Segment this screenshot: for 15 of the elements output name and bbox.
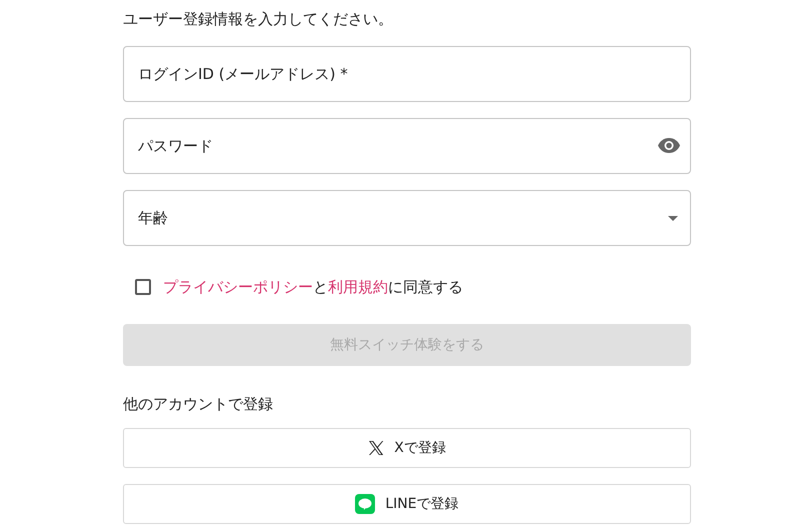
x-logo-icon bbox=[368, 440, 384, 456]
terms-link[interactable]: プライバシーポリシー bbox=[163, 278, 313, 296]
terms-link[interactable]: 利用規約 bbox=[328, 278, 388, 296]
input-field[interactable]: ログインID (メールアドレス) * bbox=[123, 46, 691, 102]
social-login-button[interactable]: Xで登録 bbox=[123, 428, 691, 468]
social-login-button[interactable]: LINEで登録 bbox=[123, 484, 691, 524]
agree-checkbox[interactable] bbox=[135, 279, 151, 295]
password-field[interactable]: パスワード bbox=[123, 118, 691, 174]
dropdown-caret-icon bbox=[668, 216, 678, 220]
chat-bubble-icon bbox=[355, 494, 376, 514]
agreement-text: プライバシーポリシー と利用規約に同意する bbox=[163, 278, 463, 296]
section-heading: 他のアカウントで登録 bbox=[123, 394, 274, 415]
instruction-text: ユーザー登録情報を入力してください。 bbox=[123, 9, 394, 30]
select-field[interactable]: 年齢 bbox=[123, 190, 691, 246]
eye-icon[interactable] bbox=[658, 138, 680, 153]
